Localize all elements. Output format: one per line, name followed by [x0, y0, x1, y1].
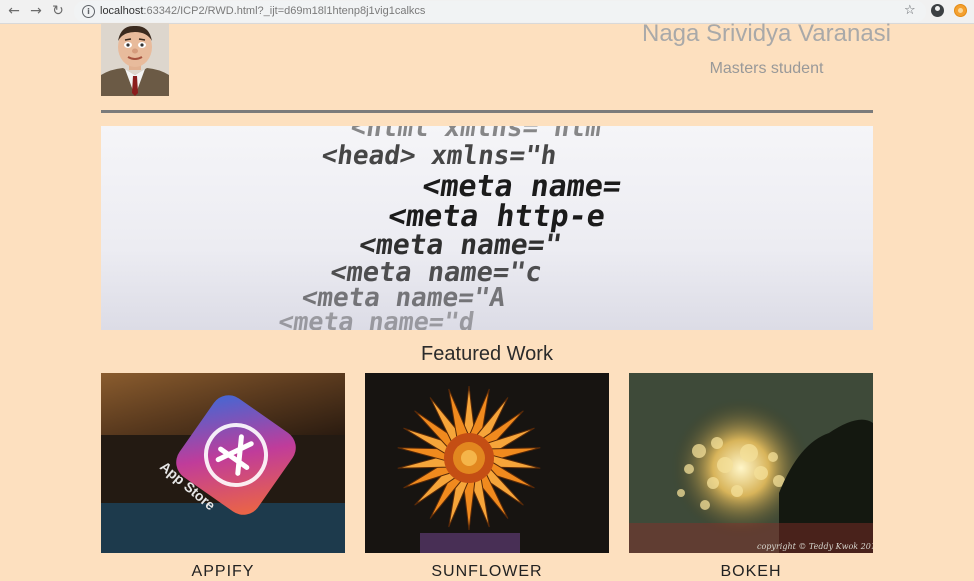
- profile-role: Masters student: [709, 60, 824, 77]
- bokeh-light: [684, 464, 694, 474]
- url-text[interactable]: localhost:63342/ICP2/RWD.html?_ijt=d69m1…: [100, 5, 425, 17]
- url-path: :63342/ICP2/RWD.html?_ijt=d69m18l1htenp8…: [143, 5, 426, 17]
- bokeh-light: [768, 452, 778, 462]
- info-icon[interactable]: i: [82, 5, 95, 18]
- bokeh-light: [754, 466, 768, 480]
- account-icon[interactable]: [931, 4, 944, 17]
- header-divider: [101, 110, 873, 113]
- sunflower-label[interactable]: SUNFLOWER: [365, 563, 609, 581]
- bokeh-light: [711, 437, 723, 449]
- profile-photo: [101, 23, 169, 96]
- sunflower-image[interactable]: [365, 373, 609, 553]
- bokeh-label[interactable]: BOKEH: [629, 563, 873, 581]
- bokeh-light: [717, 457, 733, 473]
- address-bar[interactable]: i localhost:63342/ICP2/RWD.html?_ijt=d69…: [74, 1, 926, 22]
- reload-icon[interactable]: ↻: [49, 2, 67, 20]
- code-line: <meta name="d: [276, 307, 476, 330]
- bokeh-light: [700, 500, 710, 510]
- photo-caption: copyright © Teddy Kwok 2014: [757, 542, 873, 551]
- url-host: localhost: [100, 5, 144, 17]
- bokeh-light: [677, 489, 685, 497]
- forward-arrow-icon[interactable]: →: [27, 2, 45, 20]
- featured-work-heading: Featured Work: [421, 343, 553, 365]
- bokeh-light: [692, 444, 706, 458]
- banner-image: <html xmlns="htm <head> xmlns="h <meta n…: [101, 126, 873, 330]
- appify-label[interactable]: APPIFY: [101, 563, 345, 581]
- back-arrow-icon[interactable]: ←: [5, 2, 23, 20]
- extension-icon[interactable]: [954, 4, 967, 17]
- bokeh-light: [740, 444, 758, 462]
- bokeh-image[interactable]: copyright © Teddy Kwok 2014: [629, 373, 873, 553]
- code-line: <head> xmlns="h: [320, 141, 559, 171]
- code-line: <meta name=": [357, 228, 564, 261]
- profile-name: Naga Srividya Varanasi: [641, 20, 891, 47]
- bokeh-light: [731, 485, 743, 497]
- appify-image[interactable]: App Store: [101, 373, 345, 553]
- bokeh-light: [707, 477, 719, 489]
- bookmark-star-icon[interactable]: ☆: [904, 3, 916, 18]
